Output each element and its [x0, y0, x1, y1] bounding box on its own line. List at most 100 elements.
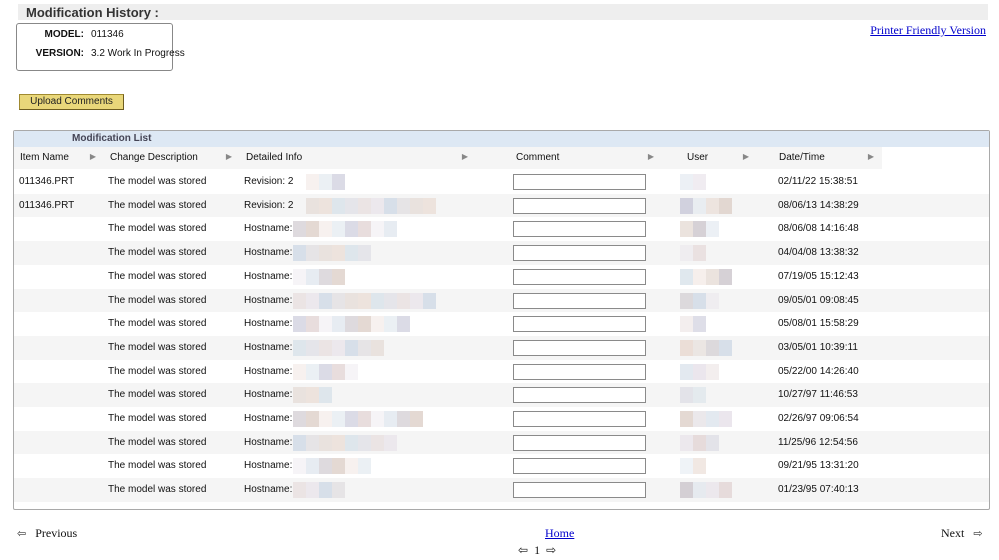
comment-input[interactable] [513, 387, 646, 404]
date-time-cell: 02/26/97 09:06:54 [778, 413, 859, 424]
item-name-cell: 011346.PRT [19, 199, 75, 211]
date-time-cell: 09/21/95 13:31:20 [778, 460, 859, 472]
redacted-detail [293, 434, 397, 451]
modification-list-header: Modification List [14, 131, 989, 147]
redacted-user [680, 221, 719, 238]
detailed-info-cell: Revision: 2 [244, 176, 294, 187]
detailed-info-cell: Hostname: [244, 436, 293, 448]
model-label: MODEL: [44, 29, 84, 40]
change-description-cell: The model was stored [108, 199, 207, 211]
table-row: The model was stored Hostname: 03/05/01 10… [14, 335, 989, 360]
comment-input[interactable] [513, 458, 646, 475]
table-row: The model was stored Hostname: 04/04/08 13… [14, 241, 989, 265]
redacted-user [680, 316, 706, 333]
comment-input[interactable] [513, 339, 646, 356]
redacted-detail [293, 292, 436, 309]
sort-arrow-icon[interactable]: ▶ [90, 152, 96, 161]
change-description-cell: The model was stored [108, 460, 207, 472]
change-description-cell: The model was stored [108, 484, 207, 496]
upload-comments-button[interactable]: Upload Comments [19, 94, 124, 110]
page-title: Modification History : [26, 5, 159, 20]
table-row: 011346.PRT The model was stored Revision: … [14, 193, 989, 218]
comment-input[interactable] [513, 434, 646, 451]
comment-input[interactable] [513, 197, 646, 214]
redacted-detail [293, 245, 371, 262]
change-description-cell: The model was stored [108, 176, 207, 187]
comment-input[interactable] [513, 482, 646, 499]
redacted-user [680, 363, 719, 380]
redacted-user [680, 197, 732, 214]
column-header-change-description[interactable]: Change Description ▶ [104, 147, 240, 169]
redacted-user [680, 482, 732, 499]
date-time-cell: 03/05/01 10:39:11 [778, 341, 858, 353]
redacted-user [680, 292, 719, 309]
change-description-cell: The model was stored [108, 389, 207, 401]
comment-input[interactable] [513, 268, 646, 285]
comment-input[interactable] [513, 174, 646, 190]
sort-arrow-icon[interactable]: ▶ [743, 152, 749, 161]
redacted-detail [293, 316, 410, 333]
date-time-cell: 01/23/95 07:40:13 [778, 484, 859, 496]
comment-input[interactable] [513, 245, 646, 262]
comment-input[interactable] [513, 411, 646, 427]
date-time-cell: 07/19/05 15:12:43 [778, 270, 859, 282]
column-header-date-time[interactable]: Date/Time ▶ [757, 147, 882, 169]
redacted-detail [306, 174, 345, 190]
redacted-user [680, 245, 706, 262]
pager-next-icon[interactable]: ⇨ [546, 543, 556, 557]
item-name-cell: 011346.PRT [19, 176, 75, 187]
detailed-info-cell: Hostname: [244, 484, 293, 496]
table-row: The model was stored Hostname: 08/06/08 14… [14, 217, 989, 241]
date-time-cell: 08/06/08 14:16:48 [778, 223, 859, 235]
redacted-detail [293, 268, 345, 285]
pager-prev-icon[interactable]: ⇦ [518, 543, 528, 557]
table-row: The model was stored Hostname: 10/27/97 11… [14, 383, 989, 407]
redacted-user [680, 411, 732, 427]
modification-list-panel: Modification List Item Name ▶ Change Desc… [13, 130, 990, 510]
change-description-cell: The model was stored [108, 270, 207, 282]
previous-link[interactable]: ⇦ Previous [17, 526, 77, 541]
detailed-info-cell: Hostname: [244, 318, 293, 330]
redacted-detail [293, 363, 358, 380]
change-description-cell: The model was stored [108, 365, 207, 377]
modification-list-title: Modification List [72, 133, 152, 144]
date-time-cell: 02/11/22 15:38:51 [778, 176, 858, 187]
sort-arrow-icon[interactable]: ▶ [226, 152, 232, 161]
detailed-info-cell: Hostname: [244, 365, 293, 377]
page-number[interactable]: 1 [534, 543, 540, 557]
change-description-cell: The model was stored [108, 341, 207, 353]
detailed-info-cell: Hostname: [244, 413, 293, 424]
version-label: VERSION: [35, 48, 84, 59]
sort-arrow-icon[interactable]: ▶ [648, 152, 654, 161]
redacted-user [680, 339, 732, 356]
comment-input[interactable] [513, 221, 646, 238]
redacted-detail [293, 411, 423, 427]
column-header-comment[interactable]: Comment ▶ [476, 147, 662, 169]
comment-input[interactable] [513, 363, 646, 380]
date-time-cell: 08/06/13 14:38:29 [778, 199, 859, 211]
redacted-detail [293, 458, 371, 475]
date-time-cell: 10/27/97 11:46:53 [778, 389, 858, 401]
next-link[interactable]: Next ⇨ [941, 526, 983, 541]
column-header-item-name[interactable]: Item Name ▶ [14, 147, 104, 169]
home-link[interactable]: Home [545, 526, 574, 541]
comment-input[interactable] [513, 292, 646, 309]
detailed-info-cell: Revision: 2 [244, 199, 294, 211]
change-description-cell: The model was stored [108, 223, 207, 235]
column-header-detailed-info[interactable]: Detailed Info ▶ [240, 147, 476, 169]
sort-arrow-icon[interactable]: ▶ [868, 152, 874, 161]
detailed-info-cell: Hostname: [244, 270, 293, 282]
arrow-right-icon: ⇨ [973, 528, 983, 540]
redacted-user [680, 434, 719, 451]
column-header-user[interactable]: User ▶ [662, 147, 757, 169]
table-row: The model was stored Hostname: 07/19/05 15… [14, 265, 989, 289]
printer-friendly-link[interactable]: Printer Friendly Version [870, 23, 986, 38]
detailed-info-cell: Hostname: [244, 460, 293, 472]
sort-arrow-icon[interactable]: ▶ [462, 152, 468, 161]
comment-input[interactable] [513, 316, 646, 333]
table-row: The model was stored Hostname: 11/25/96 12… [14, 430, 989, 455]
redacted-user [680, 174, 706, 190]
change-description-cell: The model was stored [108, 247, 207, 259]
date-time-cell: 05/22/00 14:26:40 [778, 365, 859, 377]
table-row: The model was stored Hostname: 05/22/00 14… [14, 360, 989, 384]
